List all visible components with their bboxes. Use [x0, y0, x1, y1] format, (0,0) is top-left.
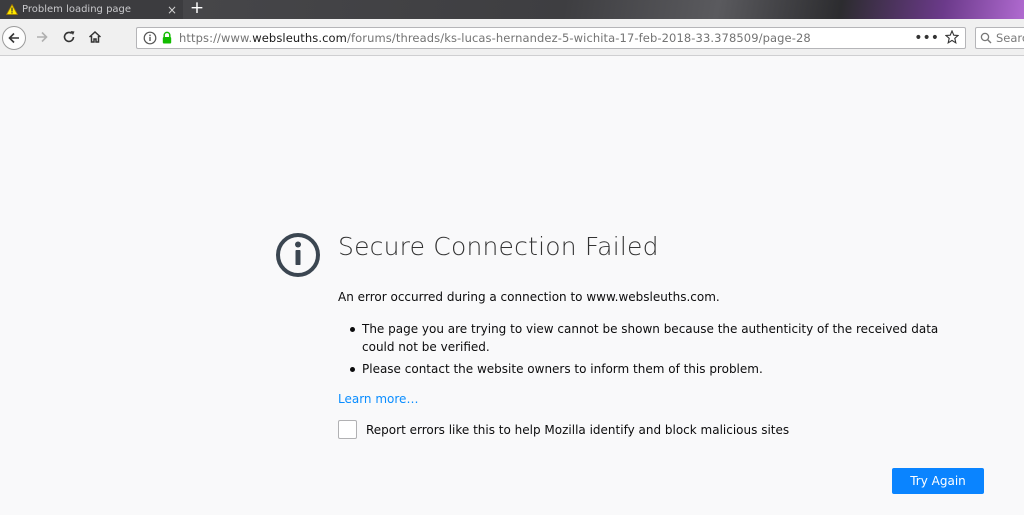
- back-arrow-icon: [8, 32, 19, 44]
- back-button[interactable]: [2, 26, 26, 50]
- tab-title: Problem loading page: [22, 4, 132, 15]
- tab-close-button[interactable]: ×: [165, 3, 179, 17]
- bookmark-star-icon[interactable]: [945, 30, 959, 44]
- home-icon: [88, 30, 102, 43]
- reload-button[interactable]: [57, 25, 81, 49]
- new-tab-button[interactable]: +: [186, 0, 208, 19]
- url-prefix: https://www.: [179, 31, 253, 45]
- url-bar[interactable]: https://www.websleuths.com/forums/thread…: [136, 27, 966, 49]
- report-errors-row: Report errors like this to help Mozilla …: [338, 420, 789, 439]
- try-again-button[interactable]: Try Again: [892, 468, 984, 494]
- error-description: An error occurred during a connection to…: [338, 290, 720, 304]
- learn-more-link[interactable]: Learn more…: [338, 392, 418, 406]
- navigation-toolbar: https://www.websleuths.com/forums/thread…: [0, 19, 1024, 56]
- list-item: The page you are trying to view cannot b…: [350, 320, 970, 356]
- forward-button[interactable]: [30, 25, 54, 49]
- search-box[interactable]: Searc: [975, 27, 1024, 49]
- info-icon[interactable]: [143, 31, 157, 45]
- lock-icon[interactable]: [161, 31, 173, 45]
- home-button[interactable]: [83, 25, 107, 49]
- warning-icon: [6, 4, 18, 15]
- url-domain: websleuths.com: [252, 31, 347, 45]
- tab-problem-loading[interactable]: Problem loading page ×: [0, 0, 183, 19]
- reload-icon: [63, 31, 75, 43]
- url-text: https://www.websleuths.com/forums/thread…: [179, 31, 811, 45]
- search-placeholder: Searc: [996, 31, 1024, 45]
- page-actions-button[interactable]: •••: [914, 30, 939, 46]
- error-title: Secure Connection Failed: [338, 232, 659, 261]
- forward-arrow-icon: [37, 31, 48, 43]
- report-errors-checkbox[interactable]: [338, 420, 357, 439]
- report-errors-label: Report errors like this to help Mozilla …: [366, 422, 790, 437]
- search-icon: [980, 32, 992, 44]
- error-details-list: The page you are trying to view cannot b…: [350, 320, 970, 382]
- url-path: /forums/threads/ks-lucas-hernandez-5-wic…: [347, 31, 811, 45]
- tab-strip: Problem loading page × +: [0, 0, 1024, 19]
- error-info-icon: [276, 233, 320, 277]
- list-item: Please contact the website owners to inf…: [350, 360, 970, 378]
